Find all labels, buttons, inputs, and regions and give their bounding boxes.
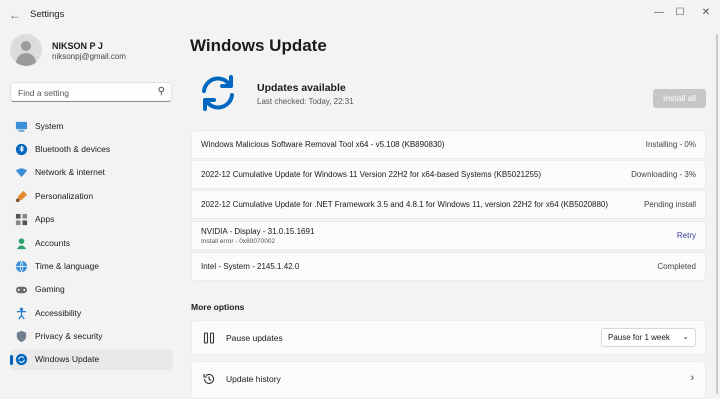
update-name: 2022-12 Cumulative Update for Windows 11… [201, 170, 542, 179]
globe-icon [15, 260, 28, 273]
search-icon: ⚲ [157, 86, 165, 97]
update-status: Installing - 0% [645, 140, 696, 149]
apps-icon [15, 213, 28, 226]
install-all-button[interactable]: Install all [653, 89, 706, 108]
sync-icon [202, 75, 234, 111]
retry-link[interactable]: Retry [677, 231, 696, 240]
sidebar-item-privacy-security[interactable]: Privacy & security [10, 326, 173, 347]
page-title: Windows Update [190, 36, 327, 55]
sidebar-item-label: Accessibility [35, 308, 82, 318]
search-placeholder: Find a setting [18, 88, 70, 98]
update-name: 2022-12 Cumulative Update for .NET Frame… [201, 200, 609, 209]
sidebar-item-label: System [35, 121, 64, 131]
sidebar-item-network[interactable]: Network & internet [10, 162, 173, 183]
user-name: NIKSON P J [52, 41, 103, 51]
sidebar-item-label: Bluetooth & devices [35, 144, 111, 154]
scrollbar[interactable] [716, 34, 718, 394]
update-name: Intel - System - 2145.1.42.0 [201, 262, 300, 271]
sidebar-item-label: Apps [35, 214, 55, 224]
maximize-icon[interactable]: ☐ [669, 4, 691, 22]
sidebar-item-label: Time & language [35, 261, 99, 271]
update-row: 2022-12 Cumulative Update for Windows 11… [191, 160, 706, 189]
pause-duration-value: Pause for 1 week [608, 333, 670, 342]
chevron-down-icon: ⌄ [682, 332, 689, 341]
sidebar-item-apps[interactable]: Apps [10, 209, 173, 230]
active-indicator [10, 355, 13, 365]
update-row: Intel - System - 2145.1.42.0 Completed [191, 252, 706, 281]
sidebar-item-label: Accounts [35, 238, 70, 248]
title-bar: ← Settings — ☐ ✕ [0, 0, 720, 30]
minimize-icon[interactable]: — [648, 4, 670, 22]
wifi-icon [15, 168, 28, 178]
chevron-right-icon: › [690, 372, 694, 384]
update-row: NVIDIA - Display - 31.0.15.1691 Install … [191, 221, 706, 250]
accessibility-icon [16, 307, 27, 320]
update-name: NVIDIA - Display - 31.0.15.1691 [201, 227, 315, 236]
gamepad-icon [15, 286, 28, 294]
update-error: Install error - 0x80070002 [201, 238, 276, 245]
pause-duration-select[interactable]: Pause for 1 week ⌄ [601, 328, 696, 347]
user-email: niksonpj@gmail.com [52, 52, 126, 61]
update-name: Windows Malicious Software Removal Tool … [201, 140, 445, 149]
update-row: 2022-12 Cumulative Update for .NET Frame… [191, 190, 706, 219]
brush-icon [15, 190, 28, 203]
more-options-heading: More options [191, 302, 245, 312]
avatar[interactable] [10, 34, 42, 66]
sidebar-item-windows-update[interactable]: Windows Update [10, 349, 173, 370]
update-status: Completed [657, 262, 696, 271]
pause-icon [203, 332, 215, 344]
back-arrow-icon[interactable]: ← [9, 8, 23, 22]
accounts-icon [16, 238, 27, 250]
sidebar-item-accessibility[interactable]: Accessibility [10, 303, 173, 324]
sidebar-item-label: Gaming [35, 284, 65, 294]
windows-update-icon [15, 353, 28, 366]
sidebar-item-system[interactable]: System [10, 116, 173, 137]
shield-icon [16, 330, 27, 343]
sidebar-item-gaming[interactable]: Gaming [10, 279, 173, 300]
update-row: Windows Malicious Software Removal Tool … [191, 130, 706, 159]
close-icon[interactable]: ✕ [695, 4, 717, 22]
sidebar-item-bluetooth[interactable]: Bluetooth & devices [10, 139, 173, 160]
update-status: Downloading - 3% [631, 170, 696, 179]
system-icon [15, 121, 28, 132]
update-status-title: Updates available [257, 82, 346, 94]
sidebar-item-label: Personalization [35, 191, 94, 201]
sidebar-item-label: Network & internet [35, 167, 105, 177]
pause-updates-label: Pause updates [226, 333, 283, 343]
bluetooth-icon [15, 143, 28, 156]
update-history-label: Update history [226, 374, 281, 384]
sidebar-item-personalization[interactable]: Personalization [10, 186, 173, 207]
history-icon [203, 373, 215, 385]
sidebar-item-time-language[interactable]: Time & language [10, 256, 173, 277]
last-checked-text: Last checked: Today, 22:31 [257, 97, 354, 106]
app-title: Settings [30, 9, 65, 20]
sidebar-item-label: Windows Update [35, 354, 100, 364]
pause-updates-row: Pause updates Pause for 1 week ⌄ [191, 320, 706, 355]
update-status: Pending install [643, 200, 696, 209]
search-input[interactable]: Find a setting ⚲ [10, 82, 172, 102]
update-history-row[interactable]: Update history › [191, 361, 706, 399]
sidebar-item-label: Privacy & security [35, 331, 103, 341]
sidebar-item-accounts[interactable]: Accounts [10, 233, 173, 254]
